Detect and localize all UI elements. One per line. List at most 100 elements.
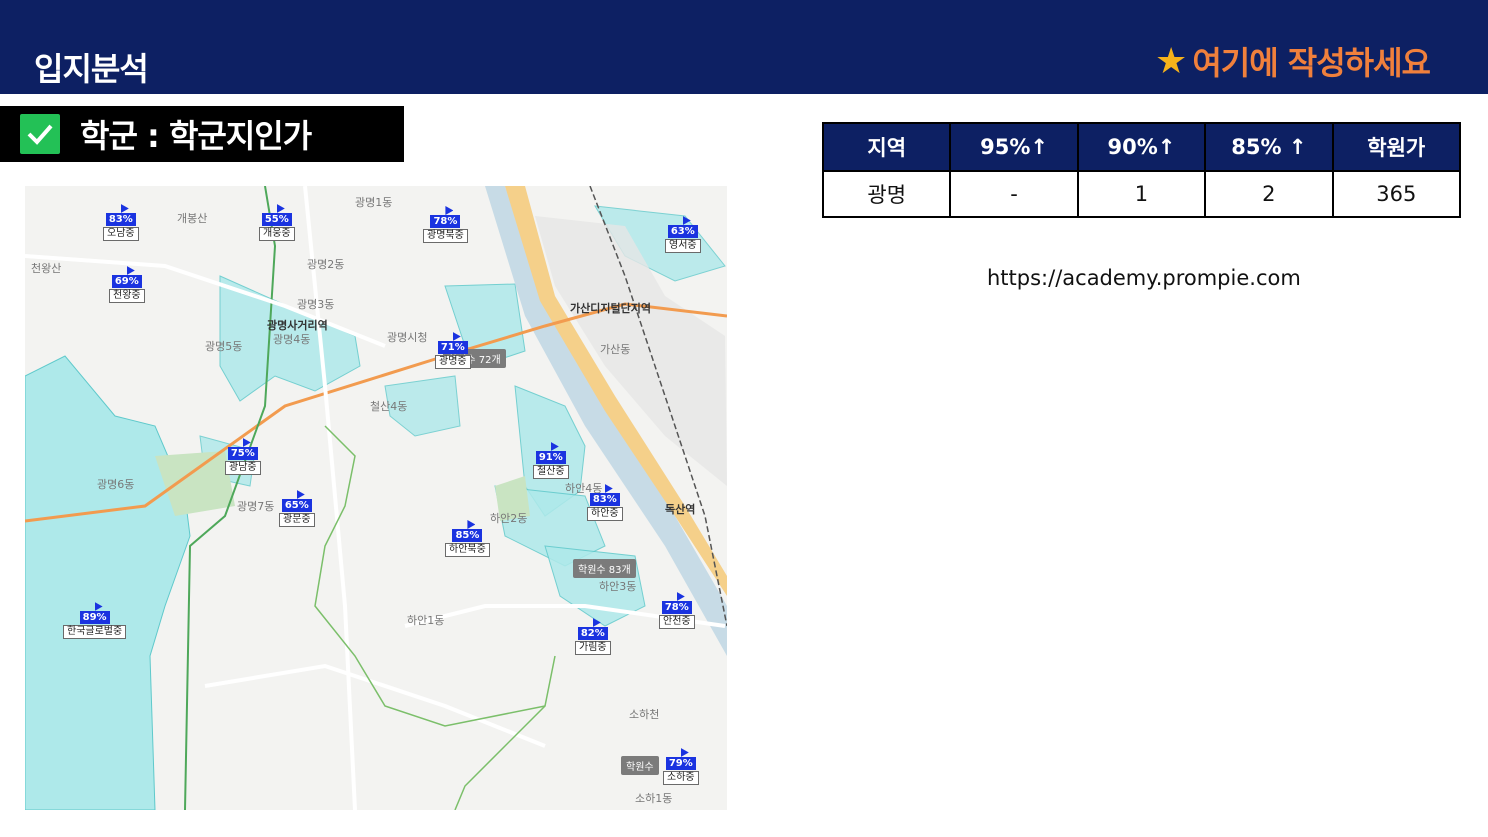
- school-pin[interactable]: 82% 가림중: [575, 618, 611, 655]
- school-pin[interactable]: 71% 광명중: [435, 332, 471, 369]
- map-place-label: 소하천: [629, 708, 660, 721]
- school-rate: 83%: [105, 213, 136, 226]
- flag-icon: [94, 602, 103, 611]
- school-rate: 89%: [79, 611, 110, 624]
- page-title: 입지분석: [34, 50, 149, 88]
- flag-icon: [296, 490, 305, 499]
- table-header-cell: 85% ↑: [1204, 122, 1334, 172]
- school-pin[interactable]: 75% 광남중: [225, 438, 261, 475]
- school-rate: 69%: [111, 275, 142, 288]
- school-name: 천왕중: [109, 289, 145, 303]
- school-rate: 78%: [430, 215, 461, 228]
- school-name: 광명북중: [423, 229, 468, 243]
- map-place-label: 하안2동: [490, 512, 528, 525]
- school-rate: 83%: [589, 493, 620, 506]
- school-name: 하안북중: [445, 543, 490, 557]
- source-url[interactable]: https://academy.prompie.com: [987, 266, 1301, 290]
- map-place-label: 가산동: [600, 343, 631, 356]
- table-header-cell: 학원가: [1331, 122, 1462, 172]
- map-place-label: 하안1동: [407, 614, 445, 627]
- school-pin[interactable]: 89% 한국글로벌중: [63, 602, 127, 639]
- map-place-label: 광명사거리역: [267, 319, 328, 332]
- school-rate: 91%: [535, 451, 566, 464]
- map-place-label: 소하1동: [635, 792, 673, 805]
- academy-count-badge[interactable]: 학원수 83개: [573, 559, 636, 578]
- flag-icon: [242, 438, 251, 447]
- school-rate: 63%: [667, 225, 698, 238]
- map-place-label: 광명4동: [273, 333, 311, 346]
- table-cell: 광명: [821, 170, 952, 218]
- map-place-label: 광명7동: [237, 500, 275, 513]
- school-rate: 75%: [227, 447, 258, 460]
- flag-icon: [682, 216, 691, 225]
- school-name: 광문중: [279, 513, 315, 527]
- school-name: 철산중: [533, 465, 569, 479]
- school-rate: 55%: [261, 213, 292, 226]
- school-name: 하안중: [587, 507, 623, 521]
- table-header-cell: 90%↑: [1076, 122, 1207, 172]
- table-cell: 365: [1331, 170, 1462, 218]
- school-pin[interactable]: 83% 하안중: [587, 484, 623, 521]
- flag-icon: [604, 484, 613, 493]
- flag-icon: [452, 332, 461, 341]
- table-cell: -: [949, 170, 1079, 218]
- map-place-label: 광명5동: [205, 340, 243, 353]
- table-cell: 1: [1076, 170, 1207, 218]
- map-place-label: 가산디지털단지역: [570, 302, 651, 315]
- school-name: 광명중: [435, 355, 471, 369]
- map-place-label: 철산4동: [370, 400, 408, 413]
- table-header-cell: 95%↑: [949, 122, 1079, 172]
- table-row: 광명 - 1 2 365: [821, 170, 1462, 218]
- placeholder-note: ★ 여기에 작성하세요: [1155, 38, 1431, 84]
- school-pin[interactable]: 91% 철산중: [533, 442, 569, 479]
- school-name: 영서중: [665, 239, 701, 253]
- star-icon: ★: [1155, 40, 1187, 82]
- school-pin[interactable]: 69% 천왕중: [109, 266, 145, 303]
- map-place-label: 개봉산: [177, 212, 208, 225]
- school-rate: 85%: [452, 529, 483, 542]
- section-title: 학군 : 학군지인가: [80, 117, 312, 155]
- map-place-label: 광명3동: [297, 298, 335, 311]
- school-name: 소하중: [663, 771, 699, 785]
- school-pin[interactable]: 65% 광문중: [279, 490, 315, 527]
- table-cell: 2: [1204, 170, 1334, 218]
- school-name: 가림중: [575, 641, 611, 655]
- checkmark-icon: [20, 114, 60, 154]
- flag-icon: [120, 204, 129, 213]
- map-place-label: 독산역: [665, 503, 696, 516]
- table-header-cell: 지역: [821, 122, 952, 172]
- school-pin[interactable]: 55% 개웅중: [259, 204, 295, 241]
- school-rate: 71%: [437, 341, 468, 354]
- school-rate: 78%: [661, 601, 692, 614]
- flag-icon: [276, 204, 285, 213]
- section-label: 학군 : 학군지인가: [0, 106, 404, 162]
- school-pin[interactable]: 79% 소하중: [663, 748, 699, 785]
- school-stats-table: 지역 95%↑ 90%↑ 85% ↑ 학원가 광명 - 1 2 365: [821, 122, 1462, 218]
- school-rate: 65%: [281, 499, 312, 512]
- map-place-label: 광명6동: [97, 478, 135, 491]
- school-pin[interactable]: 78% 안천중: [659, 592, 695, 629]
- placeholder-note-text: 여기에 작성하세요: [1192, 44, 1431, 82]
- school-pin[interactable]: 83% 오남중: [103, 204, 139, 241]
- flag-icon: [467, 520, 476, 529]
- flag-icon: [445, 206, 454, 215]
- school-pin[interactable]: 85% 하안북중: [445, 520, 490, 557]
- academy-count-badge[interactable]: 학원수: [621, 756, 659, 775]
- flag-icon: [680, 748, 689, 757]
- school-rate: 82%: [577, 627, 608, 640]
- school-name: 오남중: [103, 227, 139, 241]
- map-place-label: 광명2동: [307, 258, 345, 271]
- table-header-row: 지역 95%↑ 90%↑ 85% ↑ 학원가: [821, 122, 1462, 172]
- map-place-label: 광명시청: [387, 331, 428, 344]
- map-place-label: 하안3동: [599, 580, 637, 593]
- map-place-label: 천왕산: [31, 262, 62, 275]
- school-name: 안천중: [659, 615, 695, 629]
- school-map[interactable]: 광명1동 광명2동 광명3동 광명4동 광명5동 광명6동 광명7동 광명사거리…: [25, 186, 727, 810]
- school-name: 개웅중: [259, 227, 295, 241]
- school-rate: 79%: [665, 757, 696, 770]
- header-bar: 입지분석 ★ 여기에 작성하세요: [0, 0, 1488, 94]
- school-pin[interactable]: 63% 영서중: [665, 216, 701, 253]
- school-pin[interactable]: 78% 광명북중: [423, 206, 468, 243]
- flag-icon: [676, 592, 685, 601]
- map-place-label: 광명1동: [355, 196, 393, 209]
